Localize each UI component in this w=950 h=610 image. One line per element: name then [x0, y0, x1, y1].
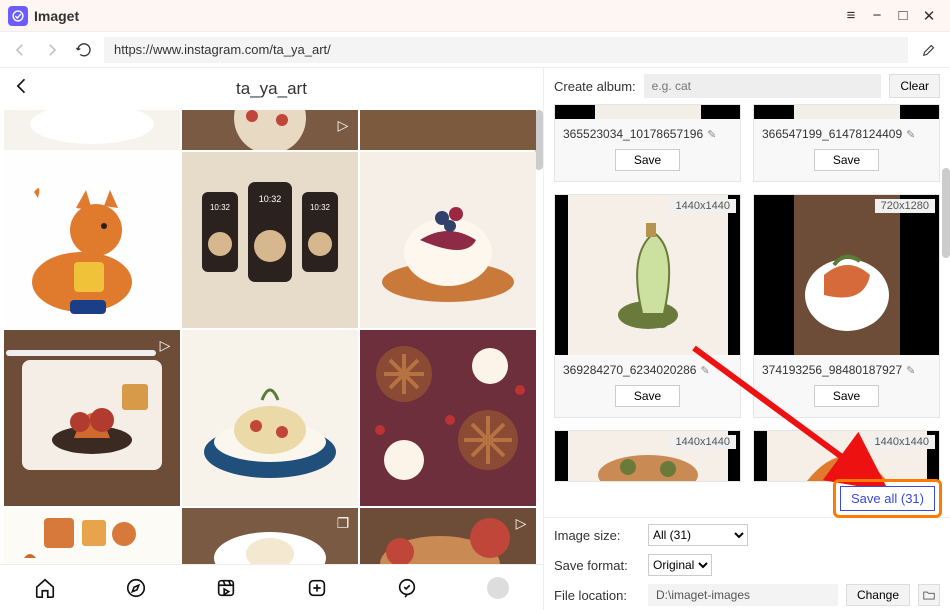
- card-filename: 374193256_98480187927: [762, 363, 902, 377]
- open-folder-icon[interactable]: [918, 584, 940, 606]
- image-card: 1440x1440: [753, 430, 940, 482]
- card-dimensions: 1440x1440: [670, 435, 736, 449]
- edit-icon[interactable]: ✎: [906, 128, 915, 141]
- card-preview[interactable]: 1440x1440: [754, 431, 939, 481]
- card-save-button[interactable]: Save: [814, 149, 879, 171]
- thumb-tomatoes-board[interactable]: ▷: [360, 508, 536, 564]
- gallery-scrollbar[interactable]: [535, 110, 543, 170]
- gallery[interactable]: ▷ 10:32 10:32 10:32: [0, 110, 543, 564]
- card-preview[interactable]: 1440x1440: [555, 195, 740, 355]
- image-size-select[interactable]: All (31): [648, 524, 748, 546]
- svg-text:10:32: 10:32: [210, 203, 231, 212]
- picker-icon[interactable]: [916, 37, 942, 63]
- svg-text:10:32: 10:32: [259, 194, 282, 204]
- thumb-ipad-drawing[interactable]: ▷: [4, 330, 180, 506]
- card-preview[interactable]: 720x1280: [754, 195, 939, 355]
- nav-profile-avatar[interactable]: [485, 575, 511, 601]
- close-icon[interactable]: ✕: [916, 3, 942, 29]
- edit-icon[interactable]: ✎: [707, 128, 716, 141]
- thumb-pasta-bowl[interactable]: ▷: [182, 110, 358, 150]
- browser-toolbar: [0, 32, 950, 68]
- thumb-cream-plate[interactable]: ❐: [182, 508, 358, 564]
- nav-home-icon[interactable]: [32, 575, 58, 601]
- save-format-select[interactable]: Original: [648, 554, 712, 576]
- multi-icon: ❐: [334, 514, 352, 532]
- image-card: 1440x1440 369284270_6234020286 ✎ Save: [554, 194, 741, 418]
- minimize-icon[interactable]: −: [864, 3, 890, 29]
- save-all-button[interactable]: Save all (31): [840, 486, 935, 511]
- card-save-button[interactable]: Save: [814, 385, 879, 407]
- album-header: Create album: Clear: [544, 68, 950, 104]
- card-preview[interactable]: [555, 105, 740, 119]
- cards-scrollbar[interactable]: [942, 168, 950, 258]
- nav-explore-icon[interactable]: [123, 575, 149, 601]
- file-location-value: D:\imaget-images: [648, 584, 838, 606]
- card-dimensions: 1440x1440: [670, 199, 736, 213]
- thumb-dessert-plate[interactable]: [4, 110, 180, 150]
- clear-button[interactable]: Clear: [889, 74, 940, 98]
- thumb-pasta-plate[interactable]: [182, 330, 358, 506]
- left-pane: ta_ya_art ▷: [0, 68, 544, 610]
- main-split: ta_ya_art ▷: [0, 68, 950, 610]
- edit-icon[interactable]: ✎: [906, 364, 915, 377]
- profile-name: ta_ya_art: [32, 79, 511, 99]
- controls-bar: Image size: All (31) Save format: Origin…: [544, 517, 950, 610]
- nav-create-icon[interactable]: [304, 575, 330, 601]
- hamburger-icon[interactable]: ≡: [838, 3, 864, 29]
- file-location-label: File location:: [554, 588, 640, 603]
- back-button[interactable]: [8, 38, 32, 62]
- thumb-wooden-table[interactable]: [360, 110, 536, 150]
- image-card: 365523034_10178657196 ✎ Save: [554, 104, 741, 182]
- svg-text:10:32: 10:32: [310, 203, 331, 212]
- reel-icon: ▷: [512, 514, 530, 532]
- nav-messages-icon[interactable]: [394, 575, 420, 601]
- image-card: 366547199_61478124409 ✎ Save: [753, 104, 940, 182]
- thumb-autumn-stickers[interactable]: [4, 508, 180, 564]
- reload-button[interactable]: [72, 38, 96, 62]
- right-pane: Create album: Clear 365523034_1017865719…: [544, 68, 950, 610]
- profile-back-button[interactable]: [12, 76, 32, 102]
- image-size-label: Image size:: [554, 528, 640, 543]
- profile-header: ta_ya_art: [0, 68, 543, 110]
- thumb-berry-dessert[interactable]: [360, 152, 536, 328]
- change-location-button[interactable]: Change: [846, 584, 910, 606]
- reel-icon: ▷: [334, 116, 352, 134]
- create-album-label: Create album:: [554, 79, 636, 94]
- card-preview[interactable]: [754, 105, 939, 119]
- bottom-nav: [0, 564, 543, 610]
- thumb-fox-cartoon[interactable]: [4, 152, 180, 328]
- album-name-input[interactable]: [644, 74, 882, 98]
- card-filename: 366547199_61478124409: [762, 127, 902, 141]
- reel-icon: ▷: [156, 336, 174, 354]
- url-input[interactable]: [104, 37, 908, 63]
- card-dimensions: 1440x1440: [869, 435, 935, 449]
- nav-reels-icon[interactable]: [213, 575, 239, 601]
- cards-scroll[interactable]: 365523034_10178657196 ✎ Save 366547199_61…: [544, 104, 950, 517]
- image-card: 720x1280 374193256_98480187927 ✎ Save: [753, 194, 940, 418]
- card-dimensions: 720x1280: [875, 199, 935, 213]
- card-filename: 365523034_10178657196: [563, 127, 703, 141]
- maximize-icon[interactable]: □: [890, 3, 916, 29]
- card-filename: 369284270_6234020286: [563, 363, 696, 377]
- edit-icon[interactable]: ✎: [700, 364, 709, 377]
- app-logo-icon: [8, 6, 28, 26]
- forward-button[interactable]: [40, 38, 64, 62]
- card-save-button[interactable]: Save: [615, 385, 680, 407]
- app-name: Imaget: [34, 8, 79, 24]
- card-save-button[interactable]: Save: [615, 149, 680, 171]
- image-card: 1440x1440: [554, 430, 741, 482]
- thumb-phones-food-app[interactable]: 10:32 10:32 10:32: [182, 152, 358, 328]
- thumb-pies-pattern[interactable]: [360, 330, 536, 506]
- save-all-highlight: Save all (31): [833, 479, 942, 518]
- card-preview[interactable]: 1440x1440: [555, 431, 740, 481]
- titlebar: Imaget ≡ − □ ✕: [0, 0, 950, 32]
- save-format-label: Save format:: [554, 558, 640, 573]
